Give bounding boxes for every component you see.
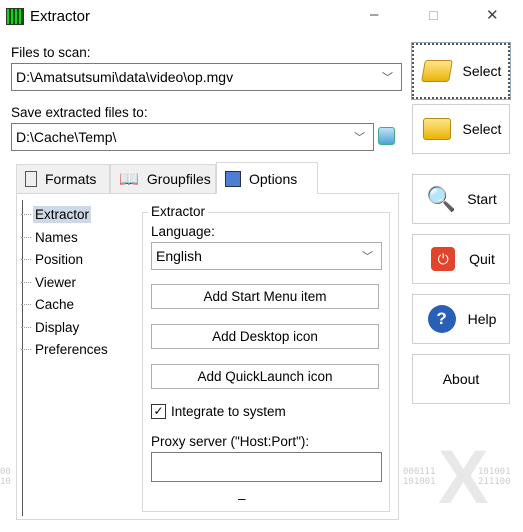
integrate-label: Integrate to system: [171, 404, 286, 419]
group-title: Extractor: [148, 204, 209, 219]
button-label: About: [442, 371, 480, 387]
binary-decor-left: 00 10: [0, 467, 11, 487]
binary-decor-right: 000111 101001: [403, 467, 436, 487]
language-select[interactable]: English ﹀: [151, 242, 382, 270]
chevron-down-icon: ﹀: [362, 251, 373, 263]
close-button[interactable]: ✕: [486, 6, 499, 24]
logo-x-icon: X: [438, 435, 489, 520]
tree-item-cache[interactable]: Cache: [20, 296, 76, 313]
tab-groupfiles[interactable]: 📖 Groupfiles: [110, 164, 216, 194]
button-label: Help: [467, 311, 497, 327]
files-to-scan-combo[interactable]: D:\Amatsutsumi\data\video\op.mgv ﹀: [11, 63, 402, 91]
button-label: Select: [462, 121, 502, 137]
window-title: Extractor: [30, 8, 91, 25]
help-icon: ?: [426, 304, 458, 334]
tree-item-viewer[interactable]: Viewer: [20, 274, 78, 291]
quit-button[interactable]: ⏻ Quit: [412, 234, 510, 284]
help-button[interactable]: ? Help: [412, 294, 510, 344]
language-value: English: [156, 248, 202, 264]
add-desktop-icon-button[interactable]: Add Desktop icon: [151, 324, 379, 349]
folder-icon: [421, 114, 453, 144]
tree-item-display[interactable]: Display: [20, 319, 81, 336]
save-to-label: Save extracted files to:: [11, 105, 148, 120]
open-folder-icon: [420, 56, 453, 86]
select-files-button[interactable]: Select: [411, 42, 511, 100]
tab-label: Groupfiles: [146, 171, 211, 187]
tree-item-position[interactable]: Position: [20, 251, 85, 268]
minimize-button[interactable]: –: [370, 6, 378, 23]
add-start-menu-button[interactable]: Add Start Menu item: [151, 284, 379, 309]
add-quicklaunch-button[interactable]: Add QuickLaunch icon: [151, 364, 379, 389]
dash-label: –: [238, 491, 246, 506]
about-button[interactable]: About: [412, 354, 510, 404]
tree-item-extractor[interactable]: Extractor: [20, 206, 92, 223]
start-button[interactable]: 🔍 Start: [412, 174, 510, 224]
files-to-scan-value: D:\Amatsutsumi\data\video\op.mgv: [16, 69, 234, 85]
maximize-button[interactable]: ☐: [428, 9, 439, 23]
book-icon: 📖: [119, 171, 139, 188]
files-to-scan-label: Files to scan:: [11, 45, 91, 60]
tab-label: Options: [249, 170, 298, 187]
button-label: Select: [462, 63, 502, 79]
button-label: Quit: [469, 251, 495, 267]
save-to-value: D:\Cache\Temp\: [16, 129, 117, 145]
magnifier-icon: 🔍: [426, 185, 457, 213]
power-icon: ⏻: [427, 244, 459, 274]
options-icon: [225, 170, 241, 187]
button-label: Start: [467, 191, 497, 207]
integrate-checkbox[interactable]: ✓: [151, 404, 166, 419]
tab-formats[interactable]: Formats: [16, 164, 110, 194]
tree-item-preferences[interactable]: Preferences: [21, 341, 110, 358]
language-label: Language:: [151, 224, 215, 239]
chevron-down-icon: ﹀: [354, 132, 365, 144]
app-icon: [6, 8, 24, 25]
save-to-combo[interactable]: D:\Cache\Temp\ ﹀: [11, 123, 374, 151]
select-folder-button[interactable]: Select: [412, 104, 510, 154]
document-icon: [25, 171, 37, 187]
proxy-input[interactable]: [151, 452, 382, 482]
chevron-down-icon: ﹀: [382, 72, 393, 84]
tree-item-names[interactable]: Names: [21, 229, 80, 246]
tab-label: Formats: [45, 171, 97, 187]
proxy-label: Proxy server ("Host:Port"):: [151, 434, 310, 449]
tab-options[interactable]: Options: [216, 162, 318, 194]
recycle-icon[interactable]: [378, 127, 395, 145]
